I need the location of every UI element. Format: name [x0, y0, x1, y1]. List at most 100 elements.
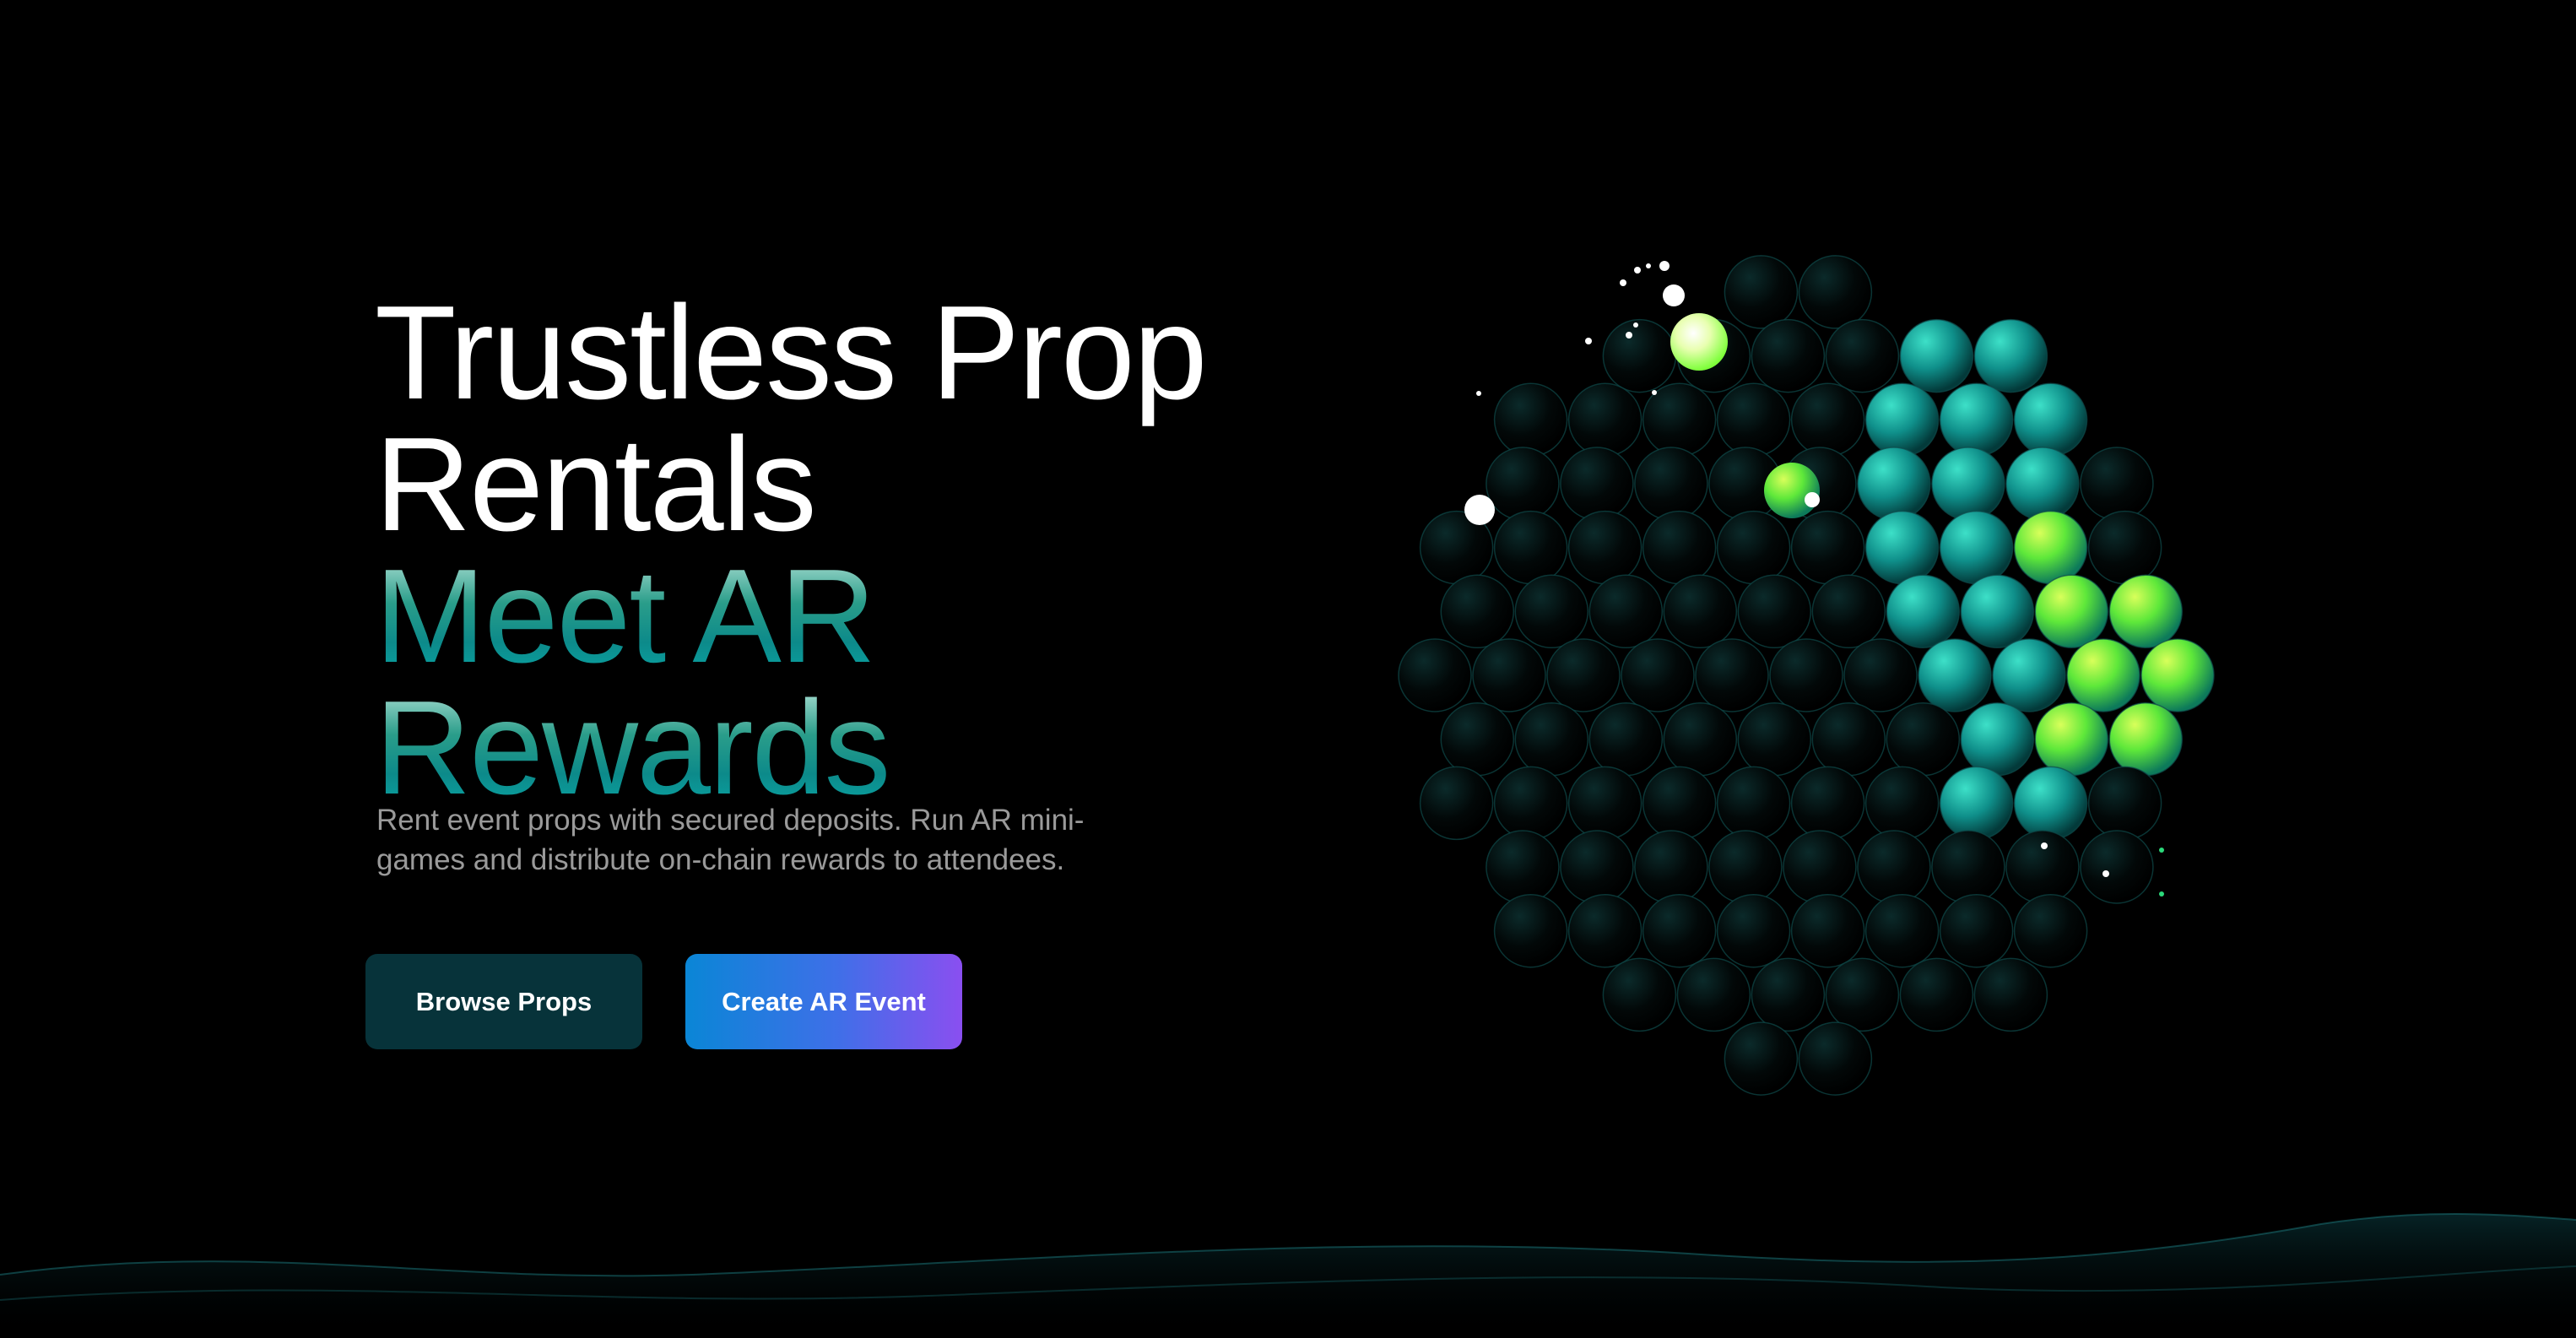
- orb-sphere-cell: [1973, 957, 2048, 1032]
- orb-sphere-cell: [1419, 766, 1494, 841]
- orb-sphere-cell: [1716, 766, 1791, 841]
- orb-sphere-cell: [1864, 766, 1940, 841]
- orb-sphere-cell: [1843, 638, 1918, 712]
- orb-sphere-cell: [1642, 893, 1717, 968]
- orb-sphere-cell: [1546, 638, 1621, 712]
- orb-sphere-cell: [2108, 574, 2184, 649]
- orb-sphere-cell: [1825, 957, 1900, 1032]
- hero-accent-line-2: Rewards: [375, 681, 1388, 815]
- orb-sphere-cell: [1588, 574, 1664, 649]
- orb-sphere-cell: [2087, 766, 2162, 841]
- orb-sphere-cell: [1798, 1021, 1873, 1096]
- sphere-orb-graphic: [1398, 255, 2215, 1096]
- orb-sphere-cell: [1676, 957, 1751, 1032]
- hero-title-line-2: Rentals: [375, 410, 817, 559]
- orb-sphere-cell: [1724, 1021, 1799, 1096]
- orb-sphere-cell: [1567, 766, 1642, 841]
- hero-title: Trustless Prop Rentals Meet AR Rewards: [375, 279, 1388, 815]
- orb-sphere-cell: [1567, 893, 1642, 968]
- orb-sphere-cell: [2013, 510, 2088, 585]
- orb-sphere-cell: [1398, 638, 1472, 712]
- orb-sphere-cell: [1663, 574, 1738, 649]
- orb-sphere-cell: [1440, 574, 1515, 649]
- orb-sphere-cell: [1560, 830, 1634, 904]
- orb-sphere-cell: [1716, 382, 1791, 458]
- orb-sphere-cell: [1857, 447, 1931, 521]
- orb-sphere-cell: [1811, 574, 1886, 649]
- orb-sphere-cell: [1737, 702, 1812, 777]
- orb-sphere-cell: [1899, 957, 1974, 1032]
- orb-sphere-cell: [1493, 382, 1568, 458]
- orb-sphere-cell: [2013, 766, 2088, 841]
- orb-sphere-cell: [1886, 574, 1961, 649]
- bottom-wave-graphic: [0, 1213, 2576, 1338]
- orb-sphere-cell: [1769, 638, 1843, 712]
- orb-spheres: [1398, 255, 2215, 1096]
- orb-sphere-cell: [1642, 766, 1717, 841]
- orb-sphere-cell: [1695, 638, 1769, 712]
- hero-title-line-1: Trustless Prop: [375, 279, 1208, 427]
- orb-sphere-cell: [1864, 510, 1940, 585]
- orb-sphere-cell: [1588, 702, 1664, 777]
- orb-sphere-cell: [1663, 702, 1738, 777]
- orb-sphere-cell: [1751, 957, 1826, 1032]
- orb-sphere-cell: [2140, 638, 2215, 712]
- orb-sphere-cell: [1708, 830, 1783, 904]
- orb-sphere-cell: [1798, 255, 1873, 329]
- orb-sphere-cell: [1472, 638, 1546, 712]
- orb-sphere-cell: [2080, 447, 2154, 521]
- orb-sphere-cell: [2034, 702, 2109, 777]
- orb-sphere-cell: [1960, 574, 2035, 649]
- orb-sphere-cell: [1493, 766, 1568, 841]
- orb-sphere-cell: [1514, 574, 1589, 649]
- hero-page: Trustless Prop Rentals Meet AR Rewards R…: [0, 0, 2576, 1338]
- orb-sphere-cell: [1790, 766, 1865, 841]
- orb-sphere-cell: [1918, 638, 1992, 712]
- orb-sphere-cell: [1642, 510, 1717, 585]
- orb-sphere-cell: [1602, 318, 1677, 393]
- orb-sphere-cell: [1440, 702, 1515, 777]
- orb-sphere-cell: [1716, 893, 1791, 968]
- browse-props-label: Browse Props: [415, 986, 593, 1016]
- orb-sphere-cell: [1973, 318, 2048, 393]
- orb-sphere-cell: [1493, 893, 1568, 968]
- orb-sphere-cell: [1939, 510, 2014, 585]
- orb-sphere-cell: [1864, 893, 1940, 968]
- orb-sphere-cell: [1992, 638, 2066, 712]
- orb-sphere-cell: [2087, 510, 2162, 585]
- orb-sphere-cell: [1939, 766, 2014, 841]
- orb-sphere-cell: [1560, 447, 1634, 521]
- hero-headline-block: Trustless Prop Rentals Meet AR Rewards: [375, 279, 1388, 815]
- browse-props-button[interactable]: Browse Props: [365, 954, 642, 1049]
- orb-sphere-cell: [1514, 702, 1589, 777]
- orb-sphere-cell: [1857, 830, 1931, 904]
- orb-sphere-cell: [2034, 574, 2109, 649]
- orb-sphere-cell: [1790, 893, 1865, 968]
- orb-sphere-cell: [1634, 830, 1708, 904]
- orb-sphere-cell: [1811, 702, 1886, 777]
- orb-sphere-cell: [2066, 638, 2140, 712]
- orb-sphere-cell: [1939, 893, 2014, 968]
- create-ar-event-button[interactable]: Create AR Event: [685, 954, 962, 1049]
- orb-sphere-cell: [1493, 510, 1568, 585]
- orb-sphere-cell: [2005, 447, 2080, 521]
- orb-sphere-cell: [2080, 830, 2154, 904]
- orb-sphere-cell: [2005, 830, 2080, 904]
- orb-sphere-cell: [1960, 702, 2035, 777]
- orb-sphere-cell: [1567, 510, 1642, 585]
- orb-sphere-cell: [1886, 702, 1961, 777]
- orb-sphere-cell: [1790, 382, 1865, 458]
- orb-sphere-cell: [1790, 510, 1865, 585]
- create-ar-event-label: Create AR Event: [722, 986, 926, 1016]
- orb-sphere-cell: [1634, 447, 1708, 521]
- hero-accent-line-1: Meet AR: [375, 550, 1388, 683]
- orb-sphere-cell: [1716, 510, 1791, 585]
- orb-sphere-cell: [2013, 382, 2088, 458]
- orb-sphere-cell: [1621, 638, 1695, 712]
- orb-sphere-cell: [1864, 382, 1940, 458]
- orb-sphere-cell: [1486, 447, 1560, 521]
- orb-sphere-cell: [1567, 382, 1642, 458]
- orb-sphere-cell: [1931, 447, 2005, 521]
- orb-sphere-cell: [1486, 830, 1560, 904]
- orb-sphere-cell: [1899, 318, 1974, 393]
